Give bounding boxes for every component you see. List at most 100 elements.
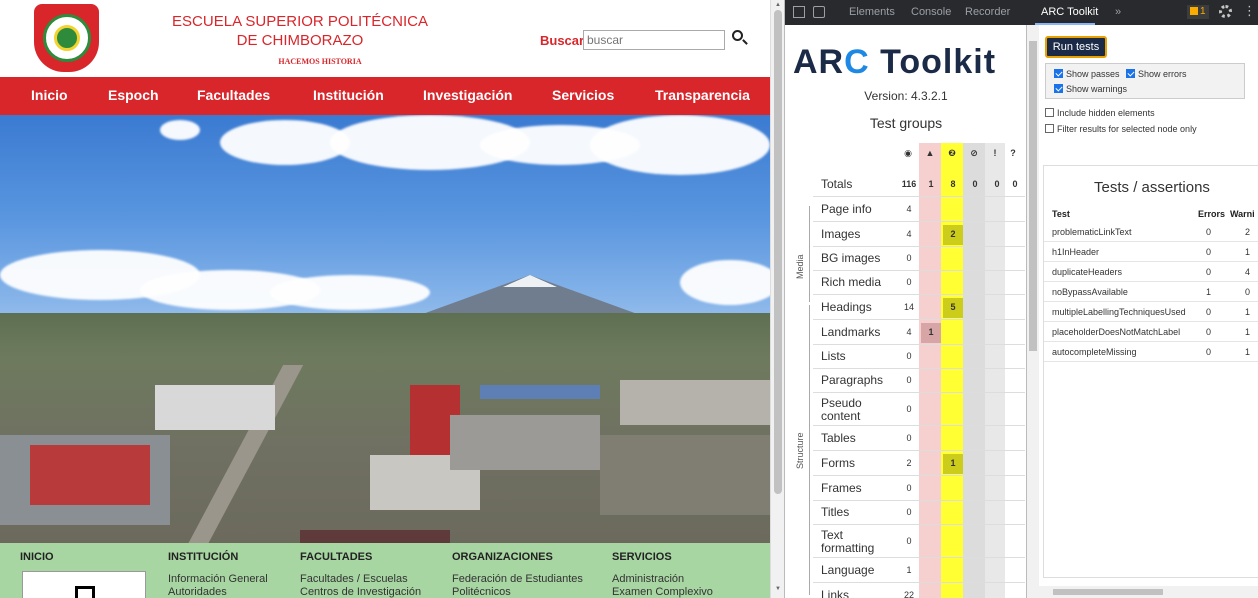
test-group-row[interactable]: Pseudo content 0 [813,394,1025,426]
test-group-count[interactable]: 5 [943,302,963,312]
test-group-count[interactable]: 2 [943,229,963,239]
test-row[interactable]: h1InHeader 0 1 [1044,242,1258,262]
test-group-count[interactable]: 0 [899,277,919,287]
site-header: ESCUELA SUPERIOR POLITÉCNICA DE CHIMBORA… [0,0,770,76]
test-groups-scrollbar[interactable] [1027,25,1039,598]
footer-link[interactable]: Administración [612,573,684,585]
test-group-row[interactable]: Links 22 [813,584,1025,598]
test-group-row[interactable]: Headings 14 5 [813,296,1025,320]
test-group-label: Text formatting [821,528,875,555]
test-group-row[interactable]: Language 1 [813,559,1025,583]
footer-link[interactable]: Centros de Investigación [300,586,421,598]
test-group-count[interactable]: 22 [899,590,919,598]
footer-link[interactable]: Información General [168,573,268,585]
test-row[interactable]: placeholderDoesNotMatchLabel 0 1 [1044,322,1258,342]
nav-item-espoch[interactable]: Espoch [108,87,159,103]
test-group-count[interactable]: 116 [899,179,919,189]
include-hidden-label: Include hidden elements [1057,108,1155,118]
show-warnings-checkbox[interactable]: Show warnings [1054,84,1127,94]
test-group-count[interactable]: 4 [899,229,919,239]
test-group-row[interactable]: Text formatting 0 [813,526,1025,558]
tab-console[interactable]: Console [911,6,951,18]
test-row[interactable]: duplicateHeaders 0 4 [1044,262,1258,282]
test-group-count[interactable]: 0 [1005,179,1025,189]
footer-link[interactable]: Autoridades [168,586,227,598]
logo-text-c: C [844,43,870,81]
scroll-down-icon[interactable]: ▼ [775,586,781,592]
page-scrollbar[interactable]: ▲ ▼ [770,0,784,598]
test-row[interactable]: problematicLinkText 0 2 [1044,222,1258,242]
test-group-count[interactable]: 0 [899,433,919,443]
test-groups-scrollbar-thumb[interactable] [1029,41,1037,351]
col-header-errors: Errors [1198,209,1226,219]
test-group-row[interactable]: Images 4 2 [813,223,1025,247]
side-label-structure: Structure [795,432,805,469]
search-input[interactable] [583,30,725,50]
test-group-count[interactable]: 0 [899,253,919,263]
more-tabs-button[interactable]: » [1115,6,1121,18]
footer-link[interactable]: Federación de Estudiantes [452,573,583,585]
tab-elements[interactable]: Elements [849,6,895,18]
nav-item-inicio[interactable]: Inicio [31,87,68,103]
show-errors-checkbox[interactable]: Show errors [1126,69,1187,79]
test-group-count[interactable]: 0 [899,404,919,414]
test-group-count[interactable]: 0 [899,507,919,517]
test-group-count[interactable]: 1 [921,179,941,189]
test-group-row[interactable]: Frames 0 [813,477,1025,501]
test-group-count[interactable]: 8 [943,179,963,189]
test-group-count[interactable]: 1 [943,458,963,468]
test-group-count[interactable]: 0 [899,375,919,385]
footer-link[interactable]: Examen Complexivo [612,586,713,598]
test-group-row[interactable]: Landmarks 4 1 [813,321,1025,345]
results-horizontal-scrollbar[interactable] [1039,586,1258,598]
test-group-row[interactable]: Forms 2 1 [813,452,1025,476]
nav-item-facultades[interactable]: Facultades [197,87,270,103]
test-group-count[interactable]: 1 [921,327,941,337]
test-group-row[interactable]: Rich media 0 [813,271,1025,295]
test-group-count[interactable]: 1 [899,565,919,575]
test-group-count[interactable]: 0 [899,536,919,546]
test-group-row[interactable]: Paragraphs 0 [813,369,1025,393]
nav-item-servicios[interactable]: Servicios [552,87,614,103]
search-button[interactable] [730,28,750,50]
test-row[interactable]: multipleLabellingTechniquesUsed 0 1 [1044,302,1258,322]
nav-item-institucion[interactable]: Institución [313,87,384,103]
test-group-row[interactable]: Page info 4 [813,198,1025,222]
test-group-row[interactable]: Titles 0 [813,501,1025,525]
device-toolbar-icon[interactable] [813,6,825,18]
test-group-row[interactable]: BG images 0 [813,247,1025,271]
espoch-logo[interactable] [34,4,99,72]
include-hidden-checkbox[interactable]: Include hidden elements [1045,108,1155,118]
gear-icon[interactable] [1219,5,1232,18]
test-group-count[interactable]: 0 [965,179,985,189]
test-group-row[interactable]: Tables 0 [813,427,1025,451]
page-scrollbar-thumb[interactable] [774,10,782,494]
test-group-row[interactable]: Lists 0 [813,345,1025,369]
test-group-count[interactable]: 0 [899,483,919,493]
footer-link[interactable]: Facultades / Escuelas [300,573,408,585]
kebab-menu-icon[interactable]: ⋮ [1243,4,1256,18]
nav-item-transparencia[interactable]: Transparencia [655,87,750,103]
nav-item-investigacion[interactable]: Investigación [423,87,512,103]
test-row[interactable]: autocompleteMissing 0 1 [1044,342,1258,362]
scroll-up-icon[interactable]: ▲ [775,2,781,8]
show-passes-checkbox[interactable]: Show passes [1054,69,1120,79]
filter-selected-checkbox[interactable]: Filter results for selected node only [1045,124,1197,134]
inspect-element-icon[interactable] [793,6,805,18]
tab-recorder[interactable]: Recorder [965,6,1010,18]
results-scrollbar-thumb[interactable] [1053,589,1163,595]
run-tests-button[interactable]: Run tests [1045,36,1107,58]
test-group-count[interactable]: 4 [899,204,919,214]
test-group-count[interactable]: 2 [899,458,919,468]
test-row[interactable]: noBypassAvailable 1 0 [1044,282,1258,302]
test-group-count[interactable]: 14 [899,302,919,312]
footer-badge[interactable] [22,571,146,598]
issues-badge[interactable]: 1 [1187,5,1209,19]
test-group-count[interactable]: 0 [987,179,1007,189]
test-group-count[interactable]: 4 [899,327,919,337]
test-group-count[interactable]: 0 [899,351,919,361]
tab-arc-toolkit[interactable]: ARC Toolkit [1041,6,1098,18]
test-group-row[interactable]: Totals 116 1 8 0 0 0 [813,173,1025,197]
footer-link[interactable]: Politécnicos [452,586,511,598]
warning-triangle-icon: ▲ [925,148,935,158]
